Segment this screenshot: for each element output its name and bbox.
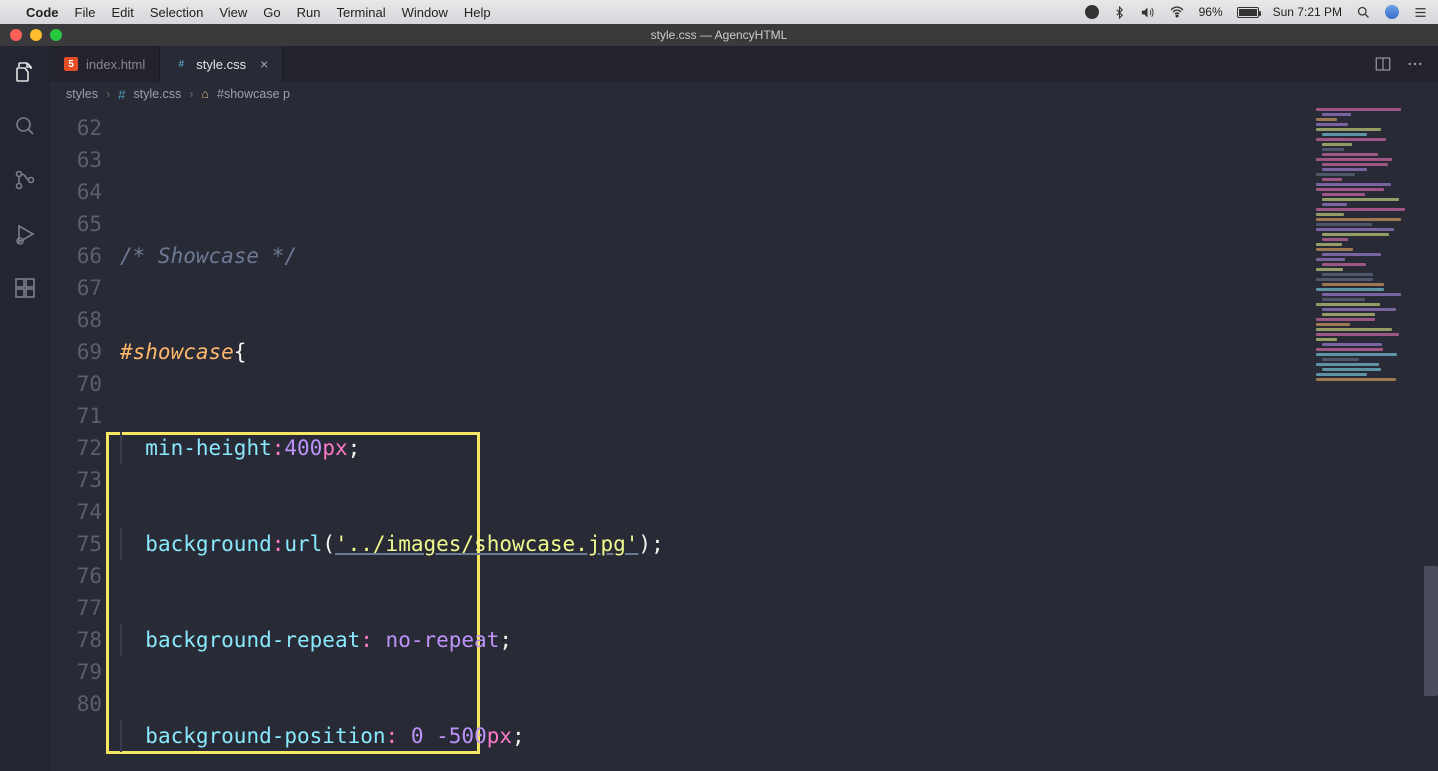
battery-percent: 96% (1199, 5, 1223, 19)
line-number: 78 (50, 624, 102, 656)
line-number: 62 (50, 112, 102, 144)
tab-label: style.css (196, 57, 246, 72)
tab-label: index.html (86, 57, 145, 72)
activity-bar (0, 46, 50, 771)
menubar-item-edit[interactable]: Edit (111, 5, 133, 20)
line-number: 73 (50, 464, 102, 496)
line-number: 69 (50, 336, 102, 368)
status-app-icon[interactable] (1085, 5, 1099, 19)
window-close-button[interactable] (10, 29, 22, 41)
volume-icon[interactable] (1140, 5, 1155, 20)
line-number: 65 (50, 208, 102, 240)
line-number: 74 (50, 496, 102, 528)
line-number: 72 (50, 432, 102, 464)
html-file-icon: 5 (64, 57, 78, 71)
chevron-right-icon: › (106, 87, 110, 101)
search-icon[interactable] (11, 112, 39, 140)
editor-tab-bar: 5 index.html # style.css × (50, 46, 1438, 82)
menubar-item-view[interactable]: View (219, 5, 247, 20)
battery-icon[interactable] (1237, 7, 1259, 18)
notification-center-icon[interactable] (1413, 5, 1428, 20)
line-number: 67 (50, 272, 102, 304)
extensions-icon[interactable] (11, 274, 39, 302)
editor-actions (1374, 46, 1438, 82)
more-actions-icon[interactable] (1406, 55, 1424, 73)
source-control-icon[interactable] (11, 166, 39, 194)
close-tab-icon[interactable]: × (260, 56, 268, 72)
menubar-clock[interactable]: Sun 7:21 PM (1273, 5, 1342, 19)
breadcrumb-folder[interactable]: styles (66, 87, 98, 101)
line-number: 77 (50, 592, 102, 624)
css-file-icon: # (174, 57, 188, 71)
wifi-icon[interactable] (1169, 4, 1185, 20)
line-number: 63 (50, 144, 102, 176)
line-number-gutter: 62636465666768697071727374757677787980 (50, 106, 120, 771)
line-number: 64 (50, 176, 102, 208)
scrollbar-thumb[interactable] (1424, 566, 1438, 696)
split-editor-icon[interactable] (1374, 55, 1392, 73)
line-number: 68 (50, 304, 102, 336)
window-titlebar[interactable]: style.css — AgencyHTML (0, 24, 1438, 46)
line-number: 79 (50, 656, 102, 688)
menubar-item-run[interactable]: Run (297, 5, 321, 20)
breadcrumb-symbol[interactable]: #showcase p (217, 87, 290, 101)
menubar-item-selection[interactable]: Selection (150, 5, 203, 20)
annotation-highlight-box (106, 432, 480, 754)
menubar-item-terminal[interactable]: Terminal (337, 5, 386, 20)
line-number: 70 (50, 368, 102, 400)
spotlight-icon[interactable] (1356, 5, 1371, 20)
siri-icon[interactable] (1385, 5, 1399, 19)
explorer-icon[interactable] (11, 58, 39, 86)
minimap[interactable] (1314, 106, 1424, 771)
line-number: 76 (50, 560, 102, 592)
menubar-status-area: 96% Sun 7:21 PM (1085, 4, 1428, 20)
menubar-item-window[interactable]: Window (402, 5, 448, 20)
vertical-scrollbar[interactable] (1424, 106, 1438, 771)
tab-index-html[interactable]: 5 index.html (50, 46, 160, 82)
line-number: 66 (50, 240, 102, 272)
line-number: 75 (50, 528, 102, 560)
window-maximize-button[interactable] (50, 29, 62, 41)
window-minimize-button[interactable] (30, 29, 42, 41)
css-file-icon: # (118, 87, 125, 102)
chevron-right-icon: › (189, 87, 193, 101)
code-content[interactable]: /* Showcase */ #showcase{ min-height:400… (120, 106, 1438, 771)
line-number: 71 (50, 400, 102, 432)
traffic-lights (0, 29, 62, 41)
menubar-item-file[interactable]: File (75, 5, 96, 20)
line-number: 80 (50, 688, 102, 720)
menubar-item-help[interactable]: Help (464, 5, 491, 20)
tab-style-css[interactable]: # style.css × (160, 46, 283, 82)
menubar-app-name[interactable]: Code (26, 5, 59, 20)
bluetooth-icon[interactable] (1113, 6, 1126, 19)
symbol-icon: ⌂ (201, 87, 209, 101)
macos-menubar: Code File Edit Selection View Go Run Ter… (0, 0, 1438, 24)
breadcrumb-file[interactable]: style.css (133, 87, 181, 101)
window-title: style.css — AgencyHTML (0, 28, 1438, 42)
code-editor[interactable]: 62636465666768697071727374757677787980 /… (50, 106, 1438, 771)
menubar-item-go[interactable]: Go (263, 5, 280, 20)
breadcrumb[interactable]: styles › # style.css › ⌂ #showcase p (50, 82, 1438, 106)
run-debug-icon[interactable] (11, 220, 39, 248)
